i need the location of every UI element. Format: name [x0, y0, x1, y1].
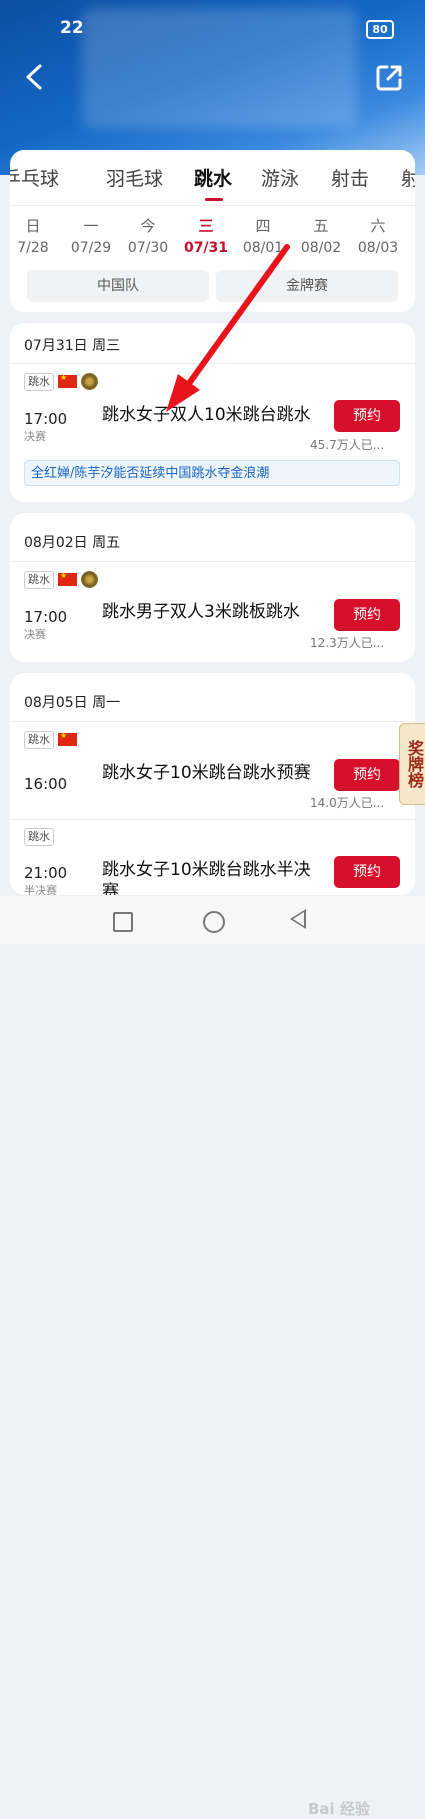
divider [10, 561, 415, 562]
sport-tag: 跳水 [24, 828, 54, 846]
schedule-card-0805: 08月05日 周一 跳水 16:00 跳水女子10米跳台跳水预赛 预约 14.0… [10, 673, 415, 895]
event-name[interactable]: 跳水女子10米跳台跳水半决赛 [102, 859, 312, 895]
date-title: 07月31日 周三 [24, 338, 121, 354]
event-stage: 决赛 [24, 628, 46, 641]
tab-diving[interactable]: 跳水 [194, 164, 232, 191]
blurred-title [82, 8, 357, 128]
gold-medal-icon [81, 571, 98, 588]
tab-swimming[interactable]: 游泳 [261, 164, 299, 191]
date-title: 08月02日 周五 [24, 535, 121, 551]
sport-tag: 跳水 [24, 373, 54, 391]
tab-badminton[interactable]: 羽毛球 [106, 164, 163, 191]
china-flag-icon [58, 373, 77, 388]
gold-medal-icon [81, 373, 98, 390]
day-sat[interactable]: 六 08/03 [355, 215, 401, 256]
status-time: 22 [60, 18, 84, 38]
sport-date-card: 乒乓球 羽毛球 跳水 游泳 射击 射 日 7/28 一 07/29 今 07/30 三… [10, 150, 415, 312]
sport-tag: 跳水 [24, 731, 54, 749]
day-mon[interactable]: 一 07/29 [68, 215, 114, 256]
event-name[interactable]: 跳水女子双人10米跳台跳水 [102, 404, 312, 426]
schedule-card-0731: 07月31日 周三 跳水 17:00 决赛 跳水女子双人10米跳台跳水 预约 4… [10, 323, 415, 502]
event-name[interactable]: 跳水男子双人3米跳板跳水 [102, 601, 312, 623]
tab-underline [205, 198, 223, 201]
divider [10, 205, 415, 206]
share-icon[interactable] [373, 62, 405, 94]
day-today[interactable]: 今 07/30 [125, 215, 171, 256]
china-team-filter[interactable]: 中国队 [27, 270, 209, 302]
tab-more[interactable]: 射 [401, 164, 415, 191]
story-link[interactable]: 全红婵/陈芋汐能否延续中国跳水夺金浪潮 [24, 460, 400, 486]
book-button[interactable]: 预约 [334, 759, 400, 791]
divider [10, 819, 415, 820]
book-button[interactable]: 预约 [334, 400, 400, 432]
day-fri[interactable]: 五 08/02 [298, 215, 344, 256]
date-title: 08月05日 周一 [24, 695, 121, 711]
gold-medal-filter[interactable]: 金牌赛 [216, 270, 398, 302]
tab-pingpong[interactable]: 乒乓球 [10, 164, 59, 191]
china-flag-icon [58, 731, 77, 746]
square-nav-icon[interactable] [113, 912, 133, 932]
medal-table-tab[interactable]: 奖牌榜 [399, 723, 425, 805]
book-button[interactable]: 预约 [334, 856, 400, 888]
divider [10, 363, 415, 364]
battery-icon: 80 [366, 20, 394, 39]
event-time: 17:00 [24, 410, 68, 428]
day-wed-selected[interactable]: 三 07/31 [183, 215, 229, 256]
sport-tabs: 乒乓球 羽毛球 跳水 游泳 射击 射 [10, 150, 415, 202]
booked-count: 45.7万人已... [310, 438, 385, 452]
book-button[interactable]: 预约 [334, 599, 400, 631]
event-stage: 决赛 [24, 430, 46, 443]
day-thu[interactable]: 四 08/01 [240, 215, 286, 256]
circle-nav-icon[interactable] [203, 911, 225, 933]
event-time: 16:00 [24, 775, 68, 793]
back-arrow-icon[interactable] [20, 62, 50, 92]
divider [10, 721, 415, 722]
booked-count: 14.0万人已... [310, 796, 385, 810]
system-navbar: Bai 经验 [0, 896, 425, 1818]
watermark: Bai 经验 [308, 1800, 370, 1818]
booked-count: 12.3万人已... [310, 636, 385, 650]
event-time: 21:00 [24, 864, 68, 882]
day-sun[interactable]: 日 7/28 [10, 215, 56, 256]
header-banner: 22 80 [0, 0, 425, 175]
event-time: 17:00 [24, 608, 68, 626]
china-flag-icon [58, 571, 77, 586]
event-stage: 半决赛 [24, 884, 57, 895]
schedule-card-0802: 08月02日 周五 跳水 17:00 决赛 跳水男子双人3米跳板跳水 预约 12… [10, 513, 415, 662]
event-name[interactable]: 跳水女子10米跳台跳水预赛 [102, 762, 312, 784]
sport-tag: 跳水 [24, 571, 54, 589]
triangle-back-icon[interactable] [290, 909, 306, 929]
tab-shooting[interactable]: 射击 [331, 164, 369, 191]
